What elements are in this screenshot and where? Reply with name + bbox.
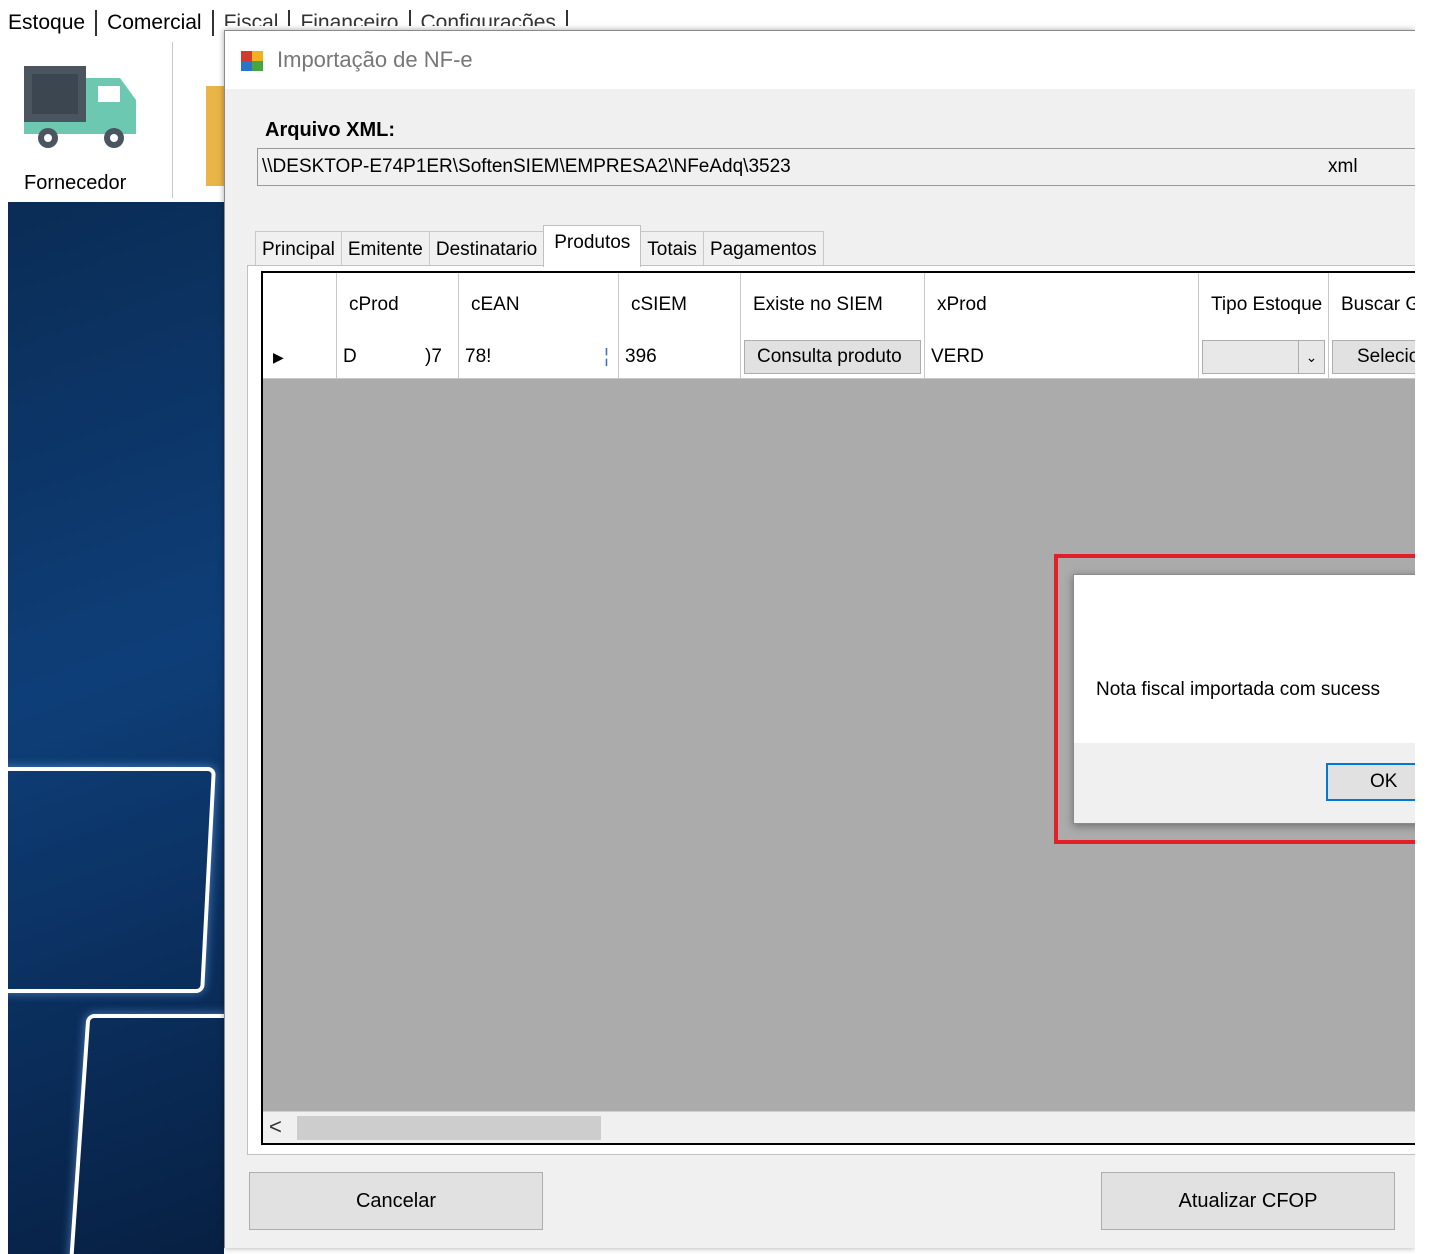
ribbon-panel: Fornecedor: [8, 42, 226, 202]
row-selector-icon[interactable]: ▶: [263, 337, 337, 379]
background-decoration: [65, 1014, 224, 1254]
ribbon-separator: [172, 42, 173, 198]
column-header-cprod[interactable]: cProd: [337, 273, 459, 337]
cell-xprod[interactable]: VERD: [925, 337, 1199, 379]
cell-cean[interactable]: 78! ¦: [459, 337, 619, 379]
chevron-down-icon[interactable]: ⌄: [1298, 341, 1324, 373]
dialog-tabs: Principal Emitente Destinatario Produtos…: [255, 225, 824, 267]
dialog-title: Importação de NF-e: [277, 47, 473, 72]
left-edge: [0, 0, 8, 1254]
dialog-titlebar[interactable]: Importação de NF-e: [225, 31, 1415, 89]
scrollbar-thumb[interactable]: [297, 1116, 601, 1140]
column-header-tipo-estoque[interactable]: Tipo Estoque: [1199, 273, 1329, 337]
column-header-xprod[interactable]: xProd: [925, 273, 1199, 337]
grid-header: cProd cEAN cSIEM Existe no SIEM xProd Ti…: [263, 273, 1415, 337]
column-header-cean[interactable]: cEAN: [459, 273, 619, 337]
fornecedor-label: Fornecedor: [24, 172, 127, 194]
xml-ext-text: xml: [1328, 156, 1358, 177]
menu-tab-financeiro[interactable]: Financeiro: [290, 10, 411, 26]
cell-cean-text: 78!: [465, 346, 492, 367]
horizontal-scrollbar[interactable]: <: [263, 1111, 1415, 1143]
row-header-corner: [263, 273, 337, 337]
tab-pagamentos[interactable]: Pagamentos: [702, 231, 824, 267]
scroll-left-arrow-icon[interactable]: <: [269, 1114, 282, 1140]
update-cfop-button[interactable]: Atualizar CFOP: [1101, 1172, 1395, 1230]
desktop-background: [0, 202, 224, 1254]
cell-buscar: Selecio: [1329, 337, 1415, 379]
tab-emitente[interactable]: Emitente: [340, 231, 430, 267]
cell-cean-tail: ¦: [604, 346, 609, 367]
xml-file-path-field[interactable]: \\DESKTOP-E74P1ER\SoftenSIEM\EMPRESA2\NF…: [257, 148, 1415, 186]
column-header-buscar[interactable]: Buscar G: [1329, 273, 1415, 337]
cell-csiem[interactable]: 396: [619, 337, 741, 379]
cell-cprod[interactable]: D )7: [337, 337, 459, 379]
truck-icon: [24, 66, 136, 148]
xml-path-text: \\DESKTOP-E74P1ER\SoftenSIEM\EMPRESA2\NF…: [262, 156, 791, 177]
menu-tab-configuracoes[interactable]: Configurações: [411, 10, 568, 26]
package-icon[interactable]: [206, 86, 226, 186]
menu-tab-estoque[interactable]: Estoque: [8, 10, 98, 36]
fornecedor-button[interactable]: Fornecedor: [8, 42, 172, 202]
tab-produtos[interactable]: Produtos: [543, 225, 642, 267]
xml-file-label: Arquivo XML:: [265, 119, 395, 141]
cancel-button[interactable]: Cancelar: [249, 1172, 543, 1230]
selecionar-button[interactable]: Selecio: [1332, 340, 1415, 374]
table-row[interactable]: ▶ D )7 78! ¦ 396 Consulta produto VERD ⌄…: [263, 337, 1415, 379]
tab-totais[interactable]: Totais: [640, 231, 704, 267]
tab-destinatario[interactable]: Destinatario: [428, 231, 545, 267]
cell-tipo-estoque: ⌄: [1199, 337, 1329, 379]
tipo-estoque-select[interactable]: ⌄: [1202, 340, 1325, 374]
cell-cprod-tail: )7: [425, 346, 442, 367]
cell-cprod-text: D: [343, 346, 357, 367]
consulta-produto-button[interactable]: Consulta produto: [744, 340, 921, 374]
app-icon: [241, 51, 263, 71]
background-decoration: [0, 767, 216, 993]
right-edge: [1415, 0, 1429, 1254]
column-header-csiem[interactable]: cSIEM: [619, 273, 741, 337]
menu-tab-comercial[interactable]: Comercial: [97, 10, 214, 36]
column-header-existe-no-siem[interactable]: Existe no SIEM: [741, 273, 925, 337]
cell-existe-no-siem: Consulta produto: [741, 337, 925, 379]
menu-tab-fiscal[interactable]: Fiscal: [214, 10, 291, 26]
red-highlight-frame: [1054, 554, 1429, 844]
tab-principal[interactable]: Principal: [255, 231, 342, 267]
